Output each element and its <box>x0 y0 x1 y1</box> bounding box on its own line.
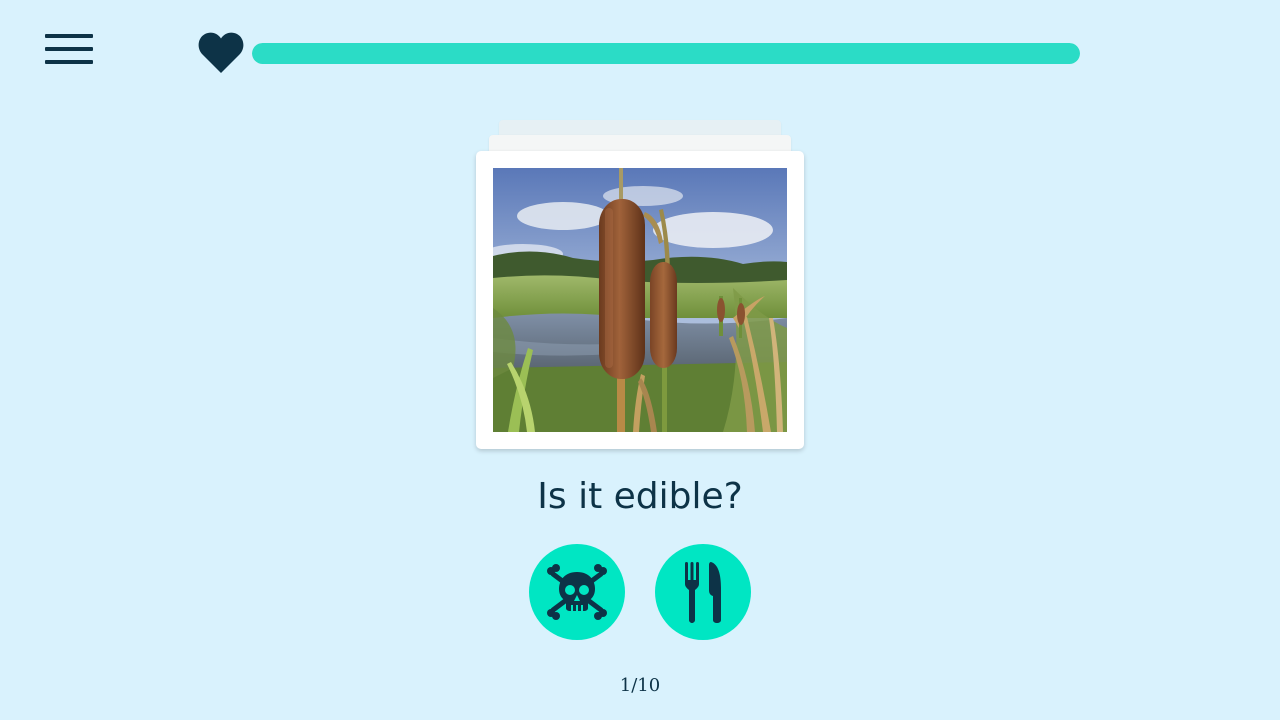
menu-bar <box>45 47 93 51</box>
question-text: Is it edible? <box>537 476 743 517</box>
menu-bar <box>45 60 93 64</box>
lives-progress-bar <box>252 43 1080 64</box>
fork-knife-icon <box>685 562 721 623</box>
menu-bar <box>45 34 93 38</box>
lives-progress-fill <box>252 43 1080 64</box>
hamburger-menu-icon[interactable] <box>45 34 93 66</box>
heart-icon <box>198 32 244 73</box>
plant-photo <box>493 168 787 432</box>
edible-answer-button[interactable] <box>655 544 751 640</box>
poisonous-answer-button[interactable] <box>529 544 625 640</box>
skull-crossbones-icon <box>547 564 607 620</box>
question-counter: 1/10 <box>619 675 661 696</box>
plant-card <box>476 151 804 449</box>
quiz-screen: Is it edible? 1/10 <box>0 0 1280 720</box>
